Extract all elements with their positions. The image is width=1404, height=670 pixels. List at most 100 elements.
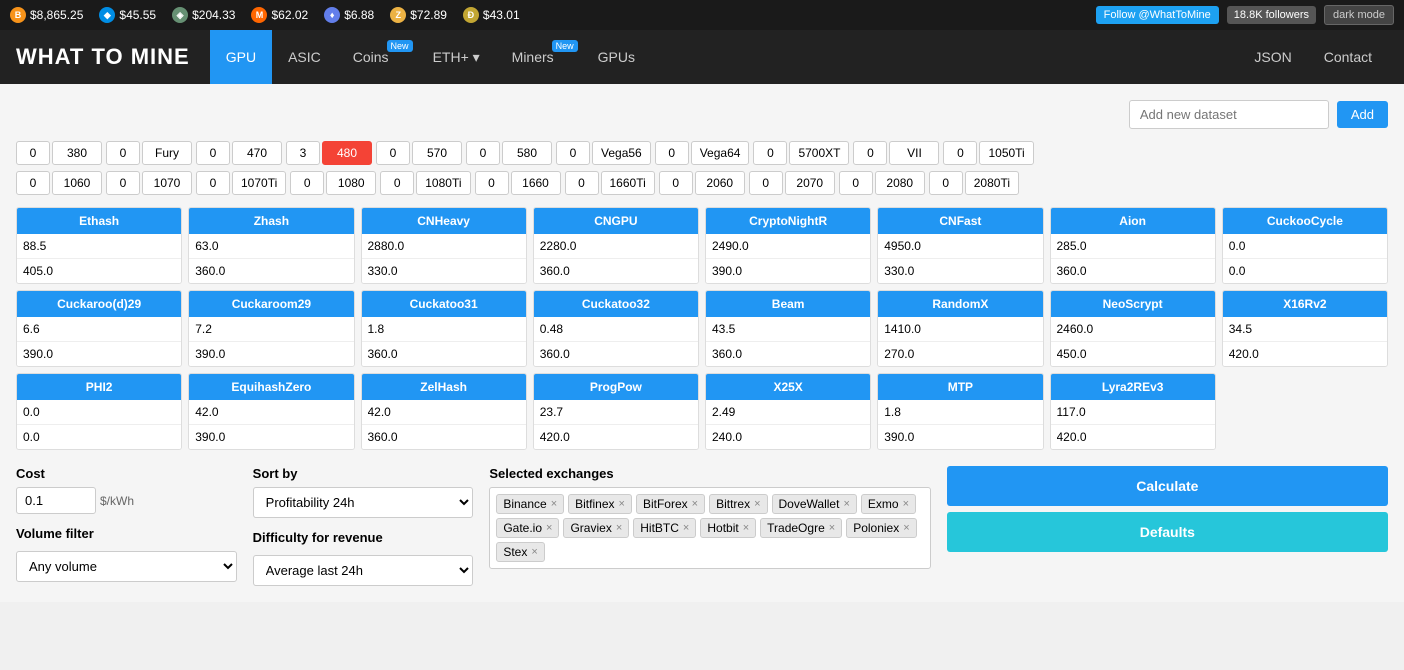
gpu-count-480[interactable] bbox=[286, 141, 320, 165]
cost-input[interactable] bbox=[16, 487, 96, 514]
algo-header-ethash[interactable]: Ethash bbox=[17, 208, 181, 234]
dataset-input[interactable] bbox=[1129, 100, 1329, 129]
exchange-remove[interactable]: × bbox=[903, 522, 909, 534]
nav-asic[interactable]: ASIC bbox=[272, 30, 337, 84]
algo-hashrate-input[interactable] bbox=[1051, 400, 1216, 424]
algo-power-input[interactable] bbox=[17, 342, 182, 366]
exchange-remove[interactable]: × bbox=[683, 522, 689, 534]
algo-header-phi2[interactable]: PHI2 bbox=[17, 374, 181, 400]
exchange-remove[interactable]: × bbox=[619, 498, 625, 510]
algo-power-input[interactable] bbox=[1223, 342, 1388, 366]
algo-hashrate-input[interactable] bbox=[878, 317, 1043, 341]
algo-power-input[interactable] bbox=[17, 425, 182, 449]
nav-gpu[interactable]: GPU bbox=[210, 30, 272, 84]
algo-power-input[interactable] bbox=[534, 259, 699, 283]
algo-hashrate-input[interactable] bbox=[534, 400, 699, 424]
algo-hashrate-input[interactable] bbox=[878, 234, 1043, 258]
algo-header-x16rv2[interactable]: X16Rv2 bbox=[1223, 291, 1387, 317]
algo-hashrate-input[interactable] bbox=[189, 317, 354, 341]
algo-header-mtp[interactable]: MTP bbox=[878, 374, 1042, 400]
gpu-count-Fury[interactable] bbox=[106, 141, 140, 165]
algo-hashrate-input[interactable] bbox=[189, 234, 354, 258]
algo-hashrate-input[interactable] bbox=[1051, 317, 1216, 341]
gpu-count-Vega56[interactable] bbox=[556, 141, 590, 165]
algo-power-input[interactable] bbox=[706, 259, 871, 283]
algo-header-cuckoocycle[interactable]: CuckooCycle bbox=[1223, 208, 1387, 234]
algo-hashrate-input[interactable] bbox=[17, 234, 182, 258]
algo-header-cngpu[interactable]: CNGPU bbox=[534, 208, 698, 234]
algo-power-input[interactable] bbox=[878, 259, 1043, 283]
algo-header-zelhash[interactable]: ZelHash bbox=[362, 374, 526, 400]
exchange-remove[interactable]: × bbox=[531, 546, 537, 558]
exchange-remove[interactable]: × bbox=[546, 522, 552, 534]
dark-mode-button[interactable]: dark mode bbox=[1324, 5, 1394, 25]
algo-hashrate-input[interactable] bbox=[878, 400, 1043, 424]
nav-ethplus[interactable]: ETH+ ▾ bbox=[417, 30, 496, 84]
algo-hashrate-input[interactable] bbox=[362, 234, 527, 258]
gpu-count-1070[interactable] bbox=[106, 171, 140, 195]
exchange-remove[interactable]: × bbox=[843, 498, 849, 510]
algo-header-cuckaroom29[interactable]: Cuckaroom29 bbox=[189, 291, 353, 317]
gpu-count-1060[interactable] bbox=[16, 171, 50, 195]
gpu-count-1080[interactable] bbox=[290, 171, 324, 195]
gpu-count-1070Ti[interactable] bbox=[196, 171, 230, 195]
algo-hashrate-input[interactable] bbox=[189, 400, 354, 424]
gpu-count-380[interactable] bbox=[16, 141, 50, 165]
algo-hashrate-input[interactable] bbox=[1223, 317, 1388, 341]
gpu-count-1050Ti[interactable] bbox=[943, 141, 977, 165]
algo-hashrate-input[interactable] bbox=[534, 234, 699, 258]
nav-coins[interactable]: Coins New bbox=[337, 30, 417, 84]
algo-power-input[interactable] bbox=[362, 425, 527, 449]
volume-select[interactable]: Any volume bbox=[16, 551, 237, 582]
algo-hashrate-input[interactable] bbox=[706, 400, 871, 424]
algo-header-progpow[interactable]: ProgPow bbox=[534, 374, 698, 400]
gpu-count-1080Ti[interactable] bbox=[380, 171, 414, 195]
algo-power-input[interactable] bbox=[362, 342, 527, 366]
algo-hashrate-input[interactable] bbox=[1223, 234, 1388, 258]
exchange-remove[interactable]: × bbox=[743, 522, 749, 534]
gpu-count-2070[interactable] bbox=[749, 171, 783, 195]
algo-hashrate-input[interactable] bbox=[362, 317, 527, 341]
algo-power-input[interactable] bbox=[189, 425, 354, 449]
algo-power-input[interactable] bbox=[189, 342, 354, 366]
algo-header-neoscrypt[interactable]: NeoScrypt bbox=[1051, 291, 1215, 317]
algo-hashrate-input[interactable] bbox=[17, 317, 182, 341]
algo-header-zhash[interactable]: Zhash bbox=[189, 208, 353, 234]
diff-select[interactable]: Average last 24h bbox=[253, 555, 474, 586]
gpu-count-VII[interactable] bbox=[853, 141, 887, 165]
algo-power-input[interactable] bbox=[1051, 342, 1216, 366]
algo-header-equihashzero[interactable]: EquihashZero bbox=[189, 374, 353, 400]
algo-power-input[interactable] bbox=[706, 342, 871, 366]
nav-miners[interactable]: Miners New bbox=[496, 30, 582, 84]
add-dataset-button[interactable]: Add bbox=[1337, 101, 1388, 128]
algo-header-randomx[interactable]: RandomX bbox=[878, 291, 1042, 317]
algo-hashrate-input[interactable] bbox=[362, 400, 527, 424]
gpu-count-470[interactable] bbox=[196, 141, 230, 165]
exchange-remove[interactable]: × bbox=[829, 522, 835, 534]
exchange-remove[interactable]: × bbox=[903, 498, 909, 510]
gpu-count-570[interactable] bbox=[376, 141, 410, 165]
algo-hashrate-input[interactable] bbox=[706, 234, 871, 258]
gpu-count-2080Ti[interactable] bbox=[929, 171, 963, 195]
exchange-remove[interactable]: × bbox=[551, 498, 557, 510]
defaults-button[interactable]: Defaults bbox=[947, 512, 1388, 552]
follow-button[interactable]: Follow @WhatToMine bbox=[1096, 6, 1219, 24]
algo-header-cnheavy[interactable]: CNHeavy bbox=[362, 208, 526, 234]
algo-header-beam[interactable]: Beam bbox=[706, 291, 870, 317]
gpu-count-5700XT[interactable] bbox=[753, 141, 787, 165]
algo-header-lyra2rev3[interactable]: Lyra2REv3 bbox=[1051, 374, 1215, 400]
sort-select[interactable]: Profitability 24h bbox=[253, 487, 474, 518]
algo-power-input[interactable] bbox=[534, 425, 699, 449]
exchange-remove[interactable]: × bbox=[616, 522, 622, 534]
nav-gpus[interactable]: GPUs bbox=[582, 30, 651, 84]
algo-power-input[interactable] bbox=[878, 425, 1043, 449]
algo-header-x25x[interactable]: X25X bbox=[706, 374, 870, 400]
gpu-count-1660[interactable] bbox=[475, 171, 509, 195]
gpu-count-Vega64[interactable] bbox=[655, 141, 689, 165]
algo-hashrate-input[interactable] bbox=[706, 317, 871, 341]
algo-header-aion[interactable]: Aion bbox=[1051, 208, 1215, 234]
algo-power-input[interactable] bbox=[706, 425, 871, 449]
algo-power-input[interactable] bbox=[362, 259, 527, 283]
algo-power-input[interactable] bbox=[1223, 259, 1388, 283]
algo-power-input[interactable] bbox=[1051, 259, 1216, 283]
